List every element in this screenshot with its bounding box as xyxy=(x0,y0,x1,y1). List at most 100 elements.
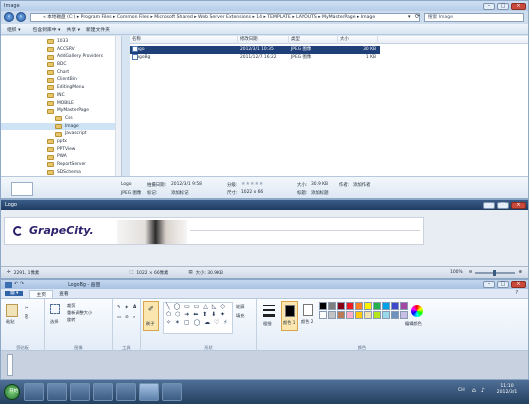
paste-label[interactable]: 粘贴 xyxy=(6,319,14,325)
zoom-slider[interactable] xyxy=(475,269,516,276)
outline-label[interactable]: 轮廓 xyxy=(236,304,244,310)
maximize-button[interactable]: □ xyxy=(497,2,509,10)
volume-icon[interactable]: ♪ xyxy=(481,387,485,394)
color-swatch[interactable] xyxy=(373,311,381,319)
tree-item[interactable]: EditingMenu xyxy=(1,84,121,92)
zoom-in-button[interactable]: ⊕ xyxy=(518,270,522,275)
paint-menu-button[interactable]: ▤ ▾ xyxy=(5,291,24,296)
file-row[interactable]: LogoBg 2011/12/7 16:22 JPEG 图像 1 KB xyxy=(130,54,380,62)
share-button[interactable]: 共享 ▾ xyxy=(66,26,80,33)
color-swatch[interactable] xyxy=(382,302,390,310)
detail-author[interactable]: 添加作者 xyxy=(353,182,371,188)
taskbar-ie-icon[interactable] xyxy=(93,383,113,401)
new-folder-button[interactable]: 新建文件夹 xyxy=(86,26,110,33)
color-swatch[interactable] xyxy=(364,302,372,310)
copy-icon[interactable]: ⎘ xyxy=(25,314,28,319)
resize-label[interactable]: 重新调整大小 xyxy=(67,310,92,316)
brush-button[interactable]: ✐ 刷子 xyxy=(143,301,159,331)
taskbar-server-manager-icon[interactable] xyxy=(24,383,44,401)
text-icon[interactable]: A xyxy=(133,304,136,309)
color-swatch[interactable] xyxy=(364,311,372,319)
tree-item[interactable]: 1033 xyxy=(1,38,121,46)
paste-icon[interactable] xyxy=(6,304,18,317)
include-in-library-button[interactable]: 包含到库中 ▾ xyxy=(33,26,61,33)
paint-close-button[interactable]: × xyxy=(511,281,526,288)
color-swatch[interactable] xyxy=(382,311,390,319)
color-picker-icon[interactable]: ⊘ xyxy=(125,314,129,319)
paint-maximize-button[interactable]: □ xyxy=(497,281,509,288)
language-indicator[interactable]: CH xyxy=(458,388,465,393)
tree-item[interactable]: AddGallery Providers xyxy=(1,53,121,61)
tree-item[interactable]: ClientBin xyxy=(1,76,121,84)
fill-label[interactable]: 填充 xyxy=(236,313,244,319)
column-type[interactable]: 类型 xyxy=(289,36,338,44)
network-icon[interactable]: ⌂ xyxy=(472,387,476,394)
tree-item[interactable]: BDC xyxy=(1,61,121,69)
address-dropdown-icon[interactable]: ▾ xyxy=(408,14,411,20)
color-swatch[interactable] xyxy=(337,311,345,319)
redo-icon[interactable]: ↷ xyxy=(20,282,24,287)
tree-item[interactable]: ReportServer xyxy=(1,161,121,169)
search-input[interactable]: 搜索 Image xyxy=(424,13,524,22)
tree-item[interactable]: ACCSRV xyxy=(1,46,121,54)
viewer-minimize-button[interactable]: – xyxy=(483,201,495,209)
eraser-icon[interactable]: ▭ xyxy=(117,314,121,319)
close-button[interactable]: × xyxy=(511,2,526,10)
color-swatch[interactable] xyxy=(391,311,399,319)
cut-icon[interactable]: ✂ xyxy=(25,305,29,310)
ribbon-tab[interactable]: 主页 xyxy=(29,289,54,298)
ribbon-tab[interactable]: 查看 xyxy=(53,290,75,297)
color-swatch[interactable] xyxy=(328,311,336,319)
color-swatch[interactable] xyxy=(346,302,354,310)
color-swatch[interactable] xyxy=(319,302,327,310)
column-size[interactable]: 大小 xyxy=(338,36,378,44)
tree-item[interactable]: Image xyxy=(1,122,121,131)
detail-title[interactable]: 添加标题 xyxy=(311,190,329,196)
crop-label[interactable]: 裁剪 xyxy=(67,303,75,309)
column-date[interactable]: 修改日期 xyxy=(238,36,289,44)
color1-button[interactable]: 颜色 1 xyxy=(281,301,298,331)
tree-item[interactable]: PPTView xyxy=(1,146,121,154)
help-icon[interactable]: ? xyxy=(509,291,524,296)
taskbar-explorer-icon[interactable] xyxy=(70,383,90,401)
taskbar-photo-viewer-icon[interactable] xyxy=(162,383,182,401)
tree-item[interactable]: Css xyxy=(1,115,121,123)
color-swatch[interactable] xyxy=(355,302,363,310)
color-swatch[interactable] xyxy=(328,302,336,310)
color2-button[interactable]: 颜色 2 xyxy=(300,301,317,331)
taskbar-powershell-icon[interactable] xyxy=(47,383,67,401)
taskbar-paint-icon[interactable] xyxy=(139,383,159,401)
back-button[interactable]: ‹ xyxy=(4,12,14,22)
color-swatch[interactable] xyxy=(373,302,381,310)
organize-button[interactable]: 组织 ▾ xyxy=(7,26,21,33)
fill-icon[interactable]: ◈ xyxy=(125,304,128,309)
column-name[interactable]: 名称 xyxy=(130,36,238,44)
paint-canvas-image[interactable] xyxy=(7,354,13,376)
color-swatch[interactable] xyxy=(346,311,354,319)
zoom-out-button[interactable]: ⊖ xyxy=(469,270,473,275)
minimize-button[interactable]: – xyxy=(483,2,495,10)
forward-button[interactable]: › xyxy=(16,12,26,22)
clock[interactable]: 11:10 2012/3/1 xyxy=(490,384,524,396)
color-swatch[interactable] xyxy=(355,311,363,319)
tree-item[interactable]: Chart xyxy=(1,69,121,77)
color-swatch[interactable] xyxy=(391,302,399,310)
magnifier-icon[interactable]: ⌕ xyxy=(133,314,135,319)
rotate-label[interactable]: 旋转 xyxy=(67,317,75,323)
color-swatch[interactable] xyxy=(337,302,345,310)
tree-item[interactable]: MyMasterPage xyxy=(1,107,121,115)
select-label[interactable]: 选择 xyxy=(50,319,58,325)
undo-icon[interactable]: ↶ xyxy=(14,282,18,287)
tree-item[interactable]: MOBILE xyxy=(1,100,121,108)
refresh-icon[interactable]: ⟳ xyxy=(415,13,420,20)
paint-minimize-button[interactable]: – xyxy=(483,281,495,288)
tree-item[interactable]: PWA xyxy=(1,153,121,161)
viewer-maximize-button[interactable]: □ xyxy=(497,201,509,209)
viewer-close-button[interactable]: × xyxy=(511,201,526,209)
tree-item[interactable]: SDSchema xyxy=(1,169,121,176)
size-button[interactable]: 粗细 xyxy=(259,301,279,331)
detail-tag[interactable]: 添加标记 xyxy=(171,190,189,196)
tree-item[interactable]: Javascript xyxy=(1,130,121,138)
tree-item[interactable]: pptx xyxy=(1,138,121,146)
address-bar[interactable]: « 本地磁盘 (C:) ▸ Program Files ▸ Common Fil… xyxy=(30,13,420,22)
